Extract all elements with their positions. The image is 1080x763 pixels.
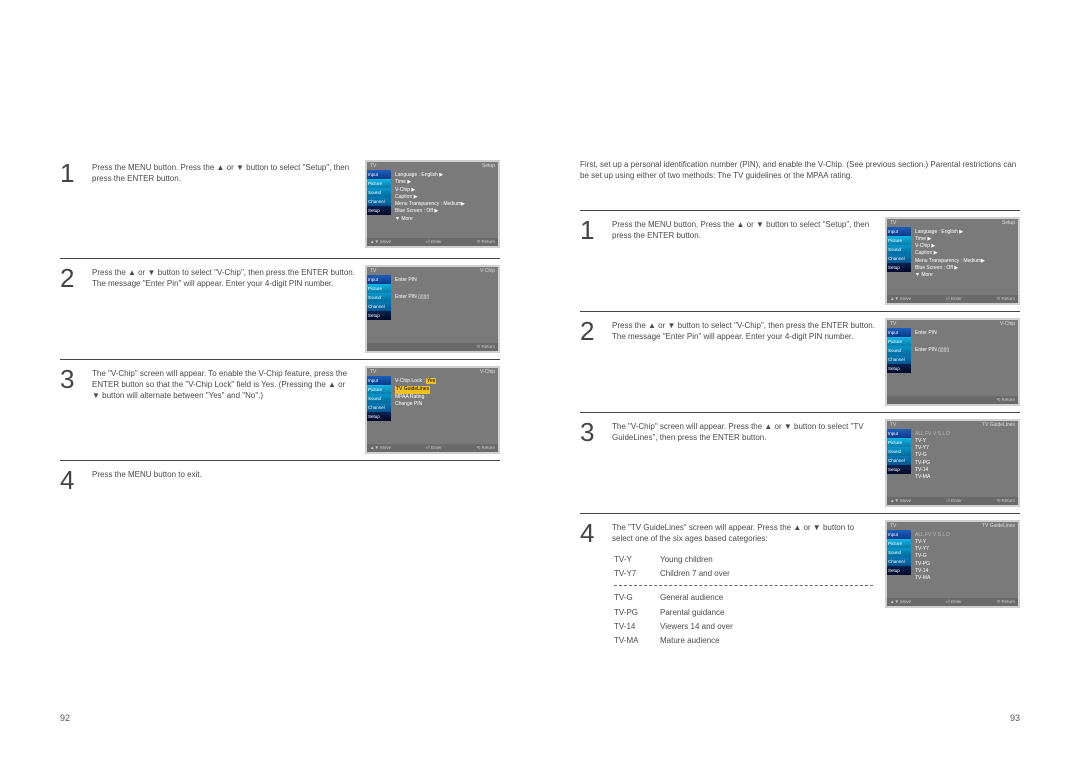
menu-more: ▼ More bbox=[395, 216, 494, 223]
guideline-row: TV-14 bbox=[915, 467, 1014, 474]
rating-row: TV-YYoung children bbox=[614, 554, 873, 566]
step-3: 3 The "V-Chip" screen will appear. To en… bbox=[60, 359, 500, 454]
osd-setup: TVSetup Input Picture Sound Channel Setu… bbox=[885, 217, 1020, 305]
step-text: Press the MENU button to exit. bbox=[92, 467, 365, 480]
rating-row: TV-PGParental guidance bbox=[614, 607, 873, 619]
tv-sidebar: Input Picture Sound Channel Setup bbox=[367, 170, 391, 238]
ratings-table: TV-YYoung children TV-Y7Children 7 and o… bbox=[612, 552, 875, 649]
menu-title: Setup bbox=[482, 163, 495, 169]
step-1: 1 Press the MENU button. Press the ▲ or … bbox=[60, 160, 500, 252]
osd-vchip: TVV-Chip Input Picture Sound Channel Set… bbox=[365, 366, 500, 454]
guideline-row: TV-Y7 bbox=[915, 445, 1014, 452]
menu-item: TV GuideLines bbox=[395, 386, 430, 393]
step-text: Press the MENU button. Press the ▲ or ▼ … bbox=[92, 160, 365, 184]
step-text: Press the ▲ or ▼ button to select "V-Chi… bbox=[92, 265, 365, 289]
step-number: 2 bbox=[60, 265, 86, 291]
page-number: 93 bbox=[1010, 713, 1020, 723]
menu-item: V-Chip ▶ bbox=[395, 187, 494, 194]
menu-item: Language : English ▶ bbox=[395, 172, 494, 179]
guideline-row: TV-PG bbox=[915, 460, 1014, 467]
step-text: The "TV GuideLines" screen will appear. … bbox=[612, 520, 885, 650]
step-1: 1 Press the MENU button. Press the ▲ or … bbox=[580, 210, 1020, 305]
step-2: 2 Press the ▲ or ▼ button to select "V-C… bbox=[580, 311, 1020, 406]
menu-item: Time ▶ bbox=[395, 179, 494, 186]
step-3: 3 The "V-Chip" screen will appear. Press… bbox=[580, 412, 1020, 507]
osd-setup: TV Setup Input Picture Sound Channel Setu… bbox=[365, 160, 500, 248]
rating-row: TV-MAMature audience bbox=[614, 635, 873, 647]
guideline-row: TV-Y bbox=[915, 438, 1014, 445]
osd-tv-guidelines: TVTV GuideLines Input Picture Sound Chan… bbox=[885, 419, 1020, 507]
tv-label: TV bbox=[370, 163, 376, 169]
menu-title: V-Chip bbox=[480, 369, 495, 375]
page-92: 1 Press the MENU button. Press the ▲ or … bbox=[0, 0, 540, 763]
menu-item: Change PIN bbox=[395, 401, 494, 408]
menu-item: Caption ▶ bbox=[395, 194, 494, 201]
osd-footer: ▲▼ Move⏎ Enter⟲ Return bbox=[367, 238, 498, 246]
step-text: The "V-Chip" screen will appear. To enab… bbox=[92, 366, 365, 402]
menu-title: V-Chip bbox=[480, 268, 495, 274]
osd-tv-guidelines-2: TVTV GuideLines Input Picture Sound Chan… bbox=[885, 520, 1020, 608]
menu-item: MPAA Rating bbox=[395, 394, 494, 401]
intro-text: First, set up a personal identification … bbox=[580, 160, 1020, 182]
rating-row: TV-GGeneral audience bbox=[614, 592, 873, 604]
page-spread: 1 Press the MENU button. Press the ▲ or … bbox=[0, 0, 1080, 763]
vchip-lock-value: Yes bbox=[426, 378, 436, 384]
menu-item: Blue Screen : Off ▶ bbox=[395, 208, 494, 215]
menu-items: Language : English ▶ Time ▶ V-Chip ▶ Cap… bbox=[391, 170, 498, 238]
sidebar-input: Input bbox=[367, 170, 391, 179]
menu-item: Menu Transparency : Medium▶ bbox=[395, 201, 494, 208]
rating-row: TV-Y7Children 7 and over bbox=[614, 568, 873, 580]
rating-row: TV-14Viewers 14 and over bbox=[614, 621, 873, 633]
page-number: 92 bbox=[60, 713, 70, 723]
guideline-row: TV-MA bbox=[915, 474, 1014, 481]
step-number: 4 bbox=[60, 467, 86, 493]
sidebar-setup: Setup bbox=[367, 206, 391, 215]
guidelines-header: ALL FV V S L D bbox=[915, 431, 1014, 438]
step-number: 3 bbox=[60, 366, 86, 392]
step-4: 4 Press the MENU button to exit. bbox=[60, 460, 500, 493]
pin-title: Enter PIN bbox=[395, 277, 494, 284]
step-2: 2 Press the ▲ or ▼ button to select "V-C… bbox=[60, 258, 500, 353]
menu-item: V-Chip Lock : Yes bbox=[395, 378, 494, 385]
osd-enter-pin: TVV-Chip Input Picture Sound Channel Set… bbox=[885, 318, 1020, 406]
step-4: 4 The "TV GuideLines" screen will appear… bbox=[580, 513, 1020, 650]
sidebar-channel: Channel bbox=[367, 197, 391, 206]
sidebar-sound: Sound bbox=[367, 188, 391, 197]
step-number: 1 bbox=[60, 160, 86, 186]
pin-field: Enter PIN ▯▯▯▯ bbox=[395, 294, 494, 301]
osd-enter-pin: TVV-Chip Input Picture Sound Channel Set… bbox=[365, 265, 500, 353]
sidebar-picture: Picture bbox=[367, 179, 391, 188]
guideline-row: TV-G bbox=[915, 452, 1014, 459]
page-93: First, set up a personal identification … bbox=[540, 0, 1080, 763]
dashed-separator bbox=[614, 585, 873, 586]
